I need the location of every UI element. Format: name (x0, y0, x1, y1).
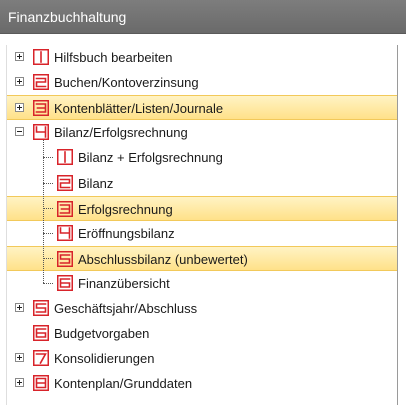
tree-item[interactable]: Kontenplan/Grunddaten (7, 371, 397, 396)
tree-item-label: Erfolgsrechnung (78, 202, 173, 217)
tree-item-label: Kontenplan/Grunddaten (54, 376, 193, 391)
tree-item[interactable]: Budgetvorgaben (7, 321, 397, 346)
expand-icon[interactable] (15, 353, 24, 362)
tree-connector-branch (43, 283, 53, 284)
tree-connector-line (43, 140, 44, 283)
number-5-icon (57, 251, 73, 267)
tree-item[interactable]: Kontenblätter/Listen/Journale (7, 95, 397, 120)
number-6-icon (57, 275, 73, 291)
tree-item[interactable]: Bilanz + Erfolgsrechnung (7, 145, 397, 170)
tree-connector-branch (43, 183, 53, 184)
number-3-icon (33, 100, 49, 116)
tree-item[interactable]: Bilanz/Erfolgsrechnung (7, 120, 397, 145)
tree-item[interactable]: Finanzübersicht (7, 271, 397, 296)
number-3-icon (57, 201, 73, 217)
collapse-icon[interactable] (15, 127, 24, 136)
tree-item[interactable]: Erfolgsrechnung (7, 196, 397, 221)
tree-item-label: Bilanz + Erfolgsrechnung (78, 150, 223, 165)
tree-item[interactable]: Eröffnungsbilanz (7, 221, 397, 246)
tree-item-label: Kontenblätter/Listen/Journale (54, 101, 224, 116)
tree-item[interactable]: Geschäftsjahr/Abschluss (7, 296, 397, 321)
tree-item[interactable]: Konsolidierungen (7, 346, 397, 371)
finanzbuchhaltung-panel: Finanzbuchhaltung Hilfsbuch bearbeiten Bu… (0, 0, 406, 405)
number-6-icon (33, 325, 49, 341)
expand-icon[interactable] (15, 303, 24, 312)
number-7-icon (33, 350, 49, 366)
tree-item-label: Finanzübersicht (78, 276, 170, 291)
tree-item-label: Geschäftsjahr/Abschluss (54, 301, 198, 316)
number-1-icon (57, 149, 73, 165)
tree-item-label: Abschlussbilanz (unbewertet) (78, 252, 248, 267)
tree-item-label: Budgetvorgaben (54, 326, 150, 341)
number-2-icon (33, 74, 49, 90)
expand-icon[interactable] (15, 52, 24, 61)
number-4-icon (57, 225, 73, 241)
number-2-icon (57, 175, 73, 191)
number-5-icon (33, 300, 49, 316)
navigation-tree[interactable]: Hilfsbuch bearbeiten Buchen/Kontoverzinsu… (6, 45, 398, 405)
tree-item-label: Eröffnungsbilanz (78, 226, 175, 241)
tree-item[interactable]: Buchen/Kontoverzinsung (7, 70, 397, 95)
tree-item[interactable]: Hilfsbuch bearbeiten (7, 45, 397, 70)
tree-connector-branch (43, 208, 53, 209)
tree-item-label: Bilanz/Erfolgsrechnung (54, 125, 188, 140)
tree-connector-branch (43, 258, 53, 259)
tree-connector-branch (43, 233, 53, 234)
tree-item[interactable]: Abschlussbilanz (unbewertet) (7, 246, 397, 271)
expand-icon[interactable] (15, 77, 24, 86)
number-1-icon (33, 49, 49, 65)
tree-item-label: Buchen/Kontoverzinsung (54, 75, 199, 90)
tree-item-label: Konsolidierungen (54, 351, 155, 366)
tree-connector-branch (43, 157, 53, 158)
number-8-icon (33, 375, 49, 391)
number-4-icon (33, 124, 49, 140)
tree-item-label: Bilanz (78, 176, 114, 191)
tree-item[interactable]: Bilanz (7, 171, 397, 196)
expand-icon[interactable] (15, 103, 24, 112)
panel-title: Finanzbuchhaltung (0, 0, 406, 34)
expand-icon[interactable] (15, 378, 24, 387)
tree-item-label: Hilfsbuch bearbeiten (54, 50, 173, 65)
